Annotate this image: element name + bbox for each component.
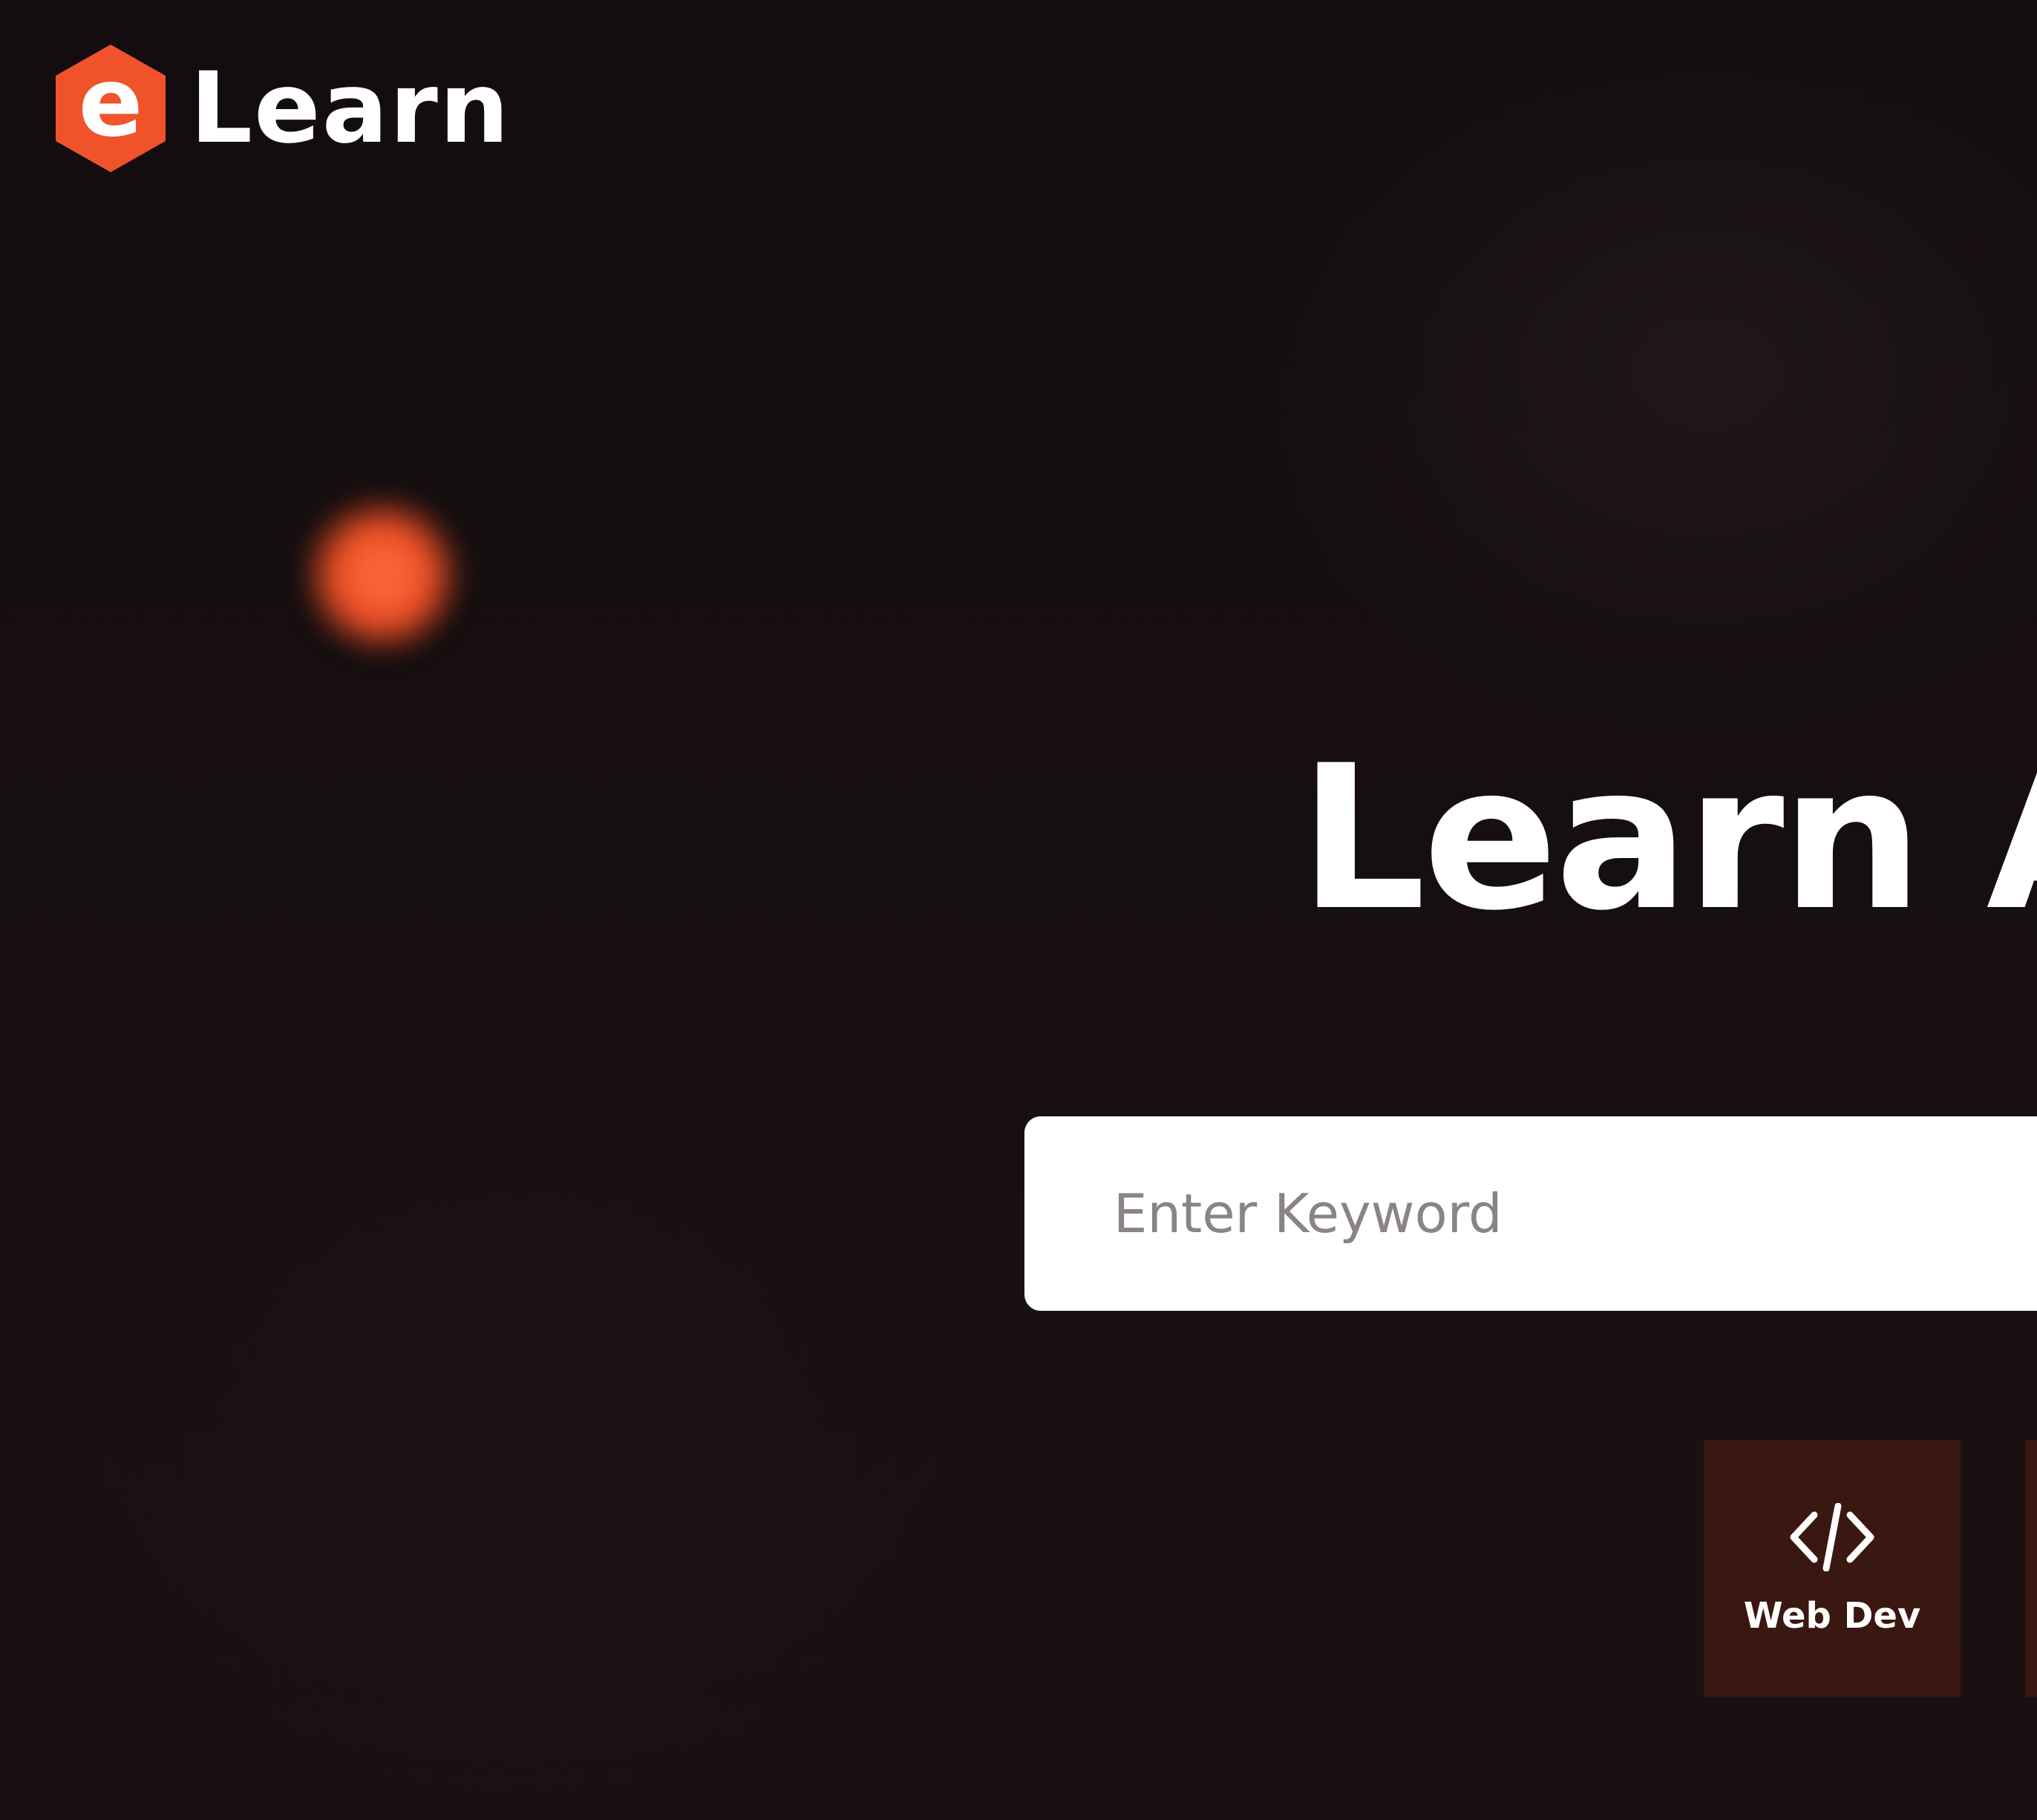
search-box[interactable] xyxy=(1024,1116,2037,1311)
hero-title: Learn A xyxy=(1299,731,2037,946)
code-icon xyxy=(1790,1503,1874,1571)
category-card-next[interactable] xyxy=(2025,1440,2037,1697)
decorative-glow xyxy=(301,494,464,657)
site-logo[interactable]: e Learn xyxy=(53,43,511,174)
category-label: Web Dev xyxy=(1743,1595,1921,1637)
search-input[interactable] xyxy=(1112,1182,2006,1245)
logo-wordmark: Learn xyxy=(190,51,511,166)
category-card-web-dev[interactable]: Web Dev xyxy=(1704,1440,1961,1697)
logo-letter: e xyxy=(79,48,143,158)
logo-hexagon-icon: e xyxy=(56,45,166,172)
